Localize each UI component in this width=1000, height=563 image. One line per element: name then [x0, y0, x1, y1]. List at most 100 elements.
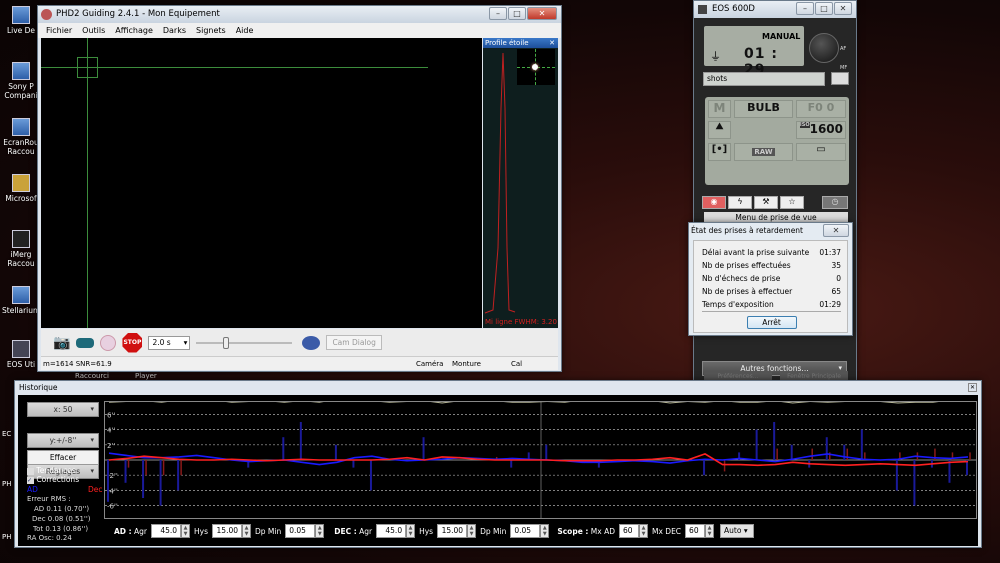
- rms-title: Erreur RMS :: [27, 495, 71, 503]
- desktop-icon[interactable]: Microsof: [2, 174, 40, 203]
- desktop-label: Player: [135, 372, 157, 380]
- desktop-icon[interactable]: Sony P Compani: [2, 62, 40, 100]
- phd2-titlebar[interactable]: PHD2 Guiding 2.4.1 - Mon Equipement – □ ✕: [38, 6, 561, 23]
- eos-titlebar[interactable]: EOS 600D – □ ✕: [694, 1, 856, 18]
- camera-icon[interactable]: 📷: [53, 335, 70, 351]
- timer-status-dialog: État des prises à retardement ✕ Délai av…: [688, 222, 853, 336]
- tab-flash[interactable]: ϟ: [728, 196, 752, 209]
- history-titlebar[interactable]: Historique ✕: [15, 381, 981, 395]
- y-scale-dropdown[interactable]: y:+/-8'': [27, 433, 99, 448]
- snr-line: [108, 402, 939, 404]
- eos-app-icon: [698, 5, 707, 14]
- desktop-icon[interactable]: EcranRou Raccou: [2, 118, 40, 156]
- close-icon[interactable]: ✕: [549, 38, 555, 48]
- status-camera: Caméra: [416, 360, 444, 368]
- white-balance-icon[interactable]: ⛰: [708, 121, 731, 139]
- trends-checkbox[interactable]: Tendances: [27, 466, 76, 475]
- spin-buttons[interactable]: ▲ ▼: [242, 524, 252, 538]
- tab-camera[interactable]: ◉: [702, 196, 726, 209]
- star-selection-box[interactable]: [77, 57, 98, 78]
- spin-buttons[interactable]: ▲ ▼: [467, 524, 477, 538]
- guide-icon[interactable]: [100, 334, 117, 351]
- history-window: Historique ✕ x: 50 y:+/-8'' Réglages Eff…: [14, 380, 982, 548]
- brain-icon[interactable]: [302, 335, 321, 350]
- guide-params-bar: AD : Agr 45.0 ▲ ▼ Hys 15.00 ▲ ▼ Dp Min 0.05 ▲…: [110, 524, 755, 538]
- menu-fichier[interactable]: Fichier: [46, 23, 72, 38]
- shutter-speed[interactable]: BULB: [734, 100, 793, 118]
- timer-button[interactable]: ◷: [822, 196, 848, 209]
- stop-button[interactable]: Arrêt: [746, 316, 797, 329]
- y-tick-label: -6'': [107, 503, 118, 511]
- minimize-button[interactable]: –: [796, 2, 814, 15]
- spin-buttons[interactable]: ▲ ▼: [406, 524, 416, 538]
- menu-outils[interactable]: Outils: [82, 23, 105, 38]
- mf-label: MF: [840, 65, 848, 71]
- dec-min-move-input[interactable]: 0.05: [510, 524, 541, 538]
- desktop-icon[interactable]: EOS Uti: [2, 340, 40, 369]
- max-dec-duration-input[interactable]: 60: [685, 524, 706, 538]
- spin-buttons[interactable]: ▲ ▼: [540, 524, 550, 538]
- gamma-slider[interactable]: [196, 336, 293, 349]
- minimize-button[interactable]: –: [489, 7, 507, 20]
- x-scale-dropdown[interactable]: x: 50: [27, 402, 99, 417]
- aperture[interactable]: F0 0: [796, 100, 846, 118]
- folder-field[interactable]: shots: [703, 72, 825, 86]
- row-exposure-time: Temps d'exposition 01:29: [702, 298, 841, 312]
- folder-button[interactable]: [831, 72, 849, 85]
- star-profile-panel: Profile étoile ✕ Mi ligne FWHM: 3.20: [483, 38, 558, 328]
- guide-camera-view[interactable]: [41, 38, 482, 328]
- close-icon[interactable]: ✕: [968, 383, 977, 392]
- maximize-button[interactable]: □: [508, 7, 526, 20]
- corrections-checkbox[interactable]: ✓ Corrections: [27, 475, 79, 484]
- status-bar: m=1614 SNR=61.9 Caméra Monture Cal: [41, 356, 558, 370]
- rms-dec: Dec 0.08 (0.51''): [32, 515, 91, 523]
- desktop-icon[interactable]: iMerg Raccou: [2, 230, 40, 268]
- spin-buttons[interactable]: ▲ ▼: [705, 524, 715, 538]
- close-button[interactable]: ✕: [834, 2, 852, 15]
- dec-mode-select[interactable]: Auto ▾: [720, 524, 755, 538]
- profile-header: Profile étoile ✕: [483, 38, 558, 48]
- mode-label: MANUAL: [762, 32, 801, 41]
- tab-star[interactable]: ☆: [780, 196, 804, 209]
- menu-affichage[interactable]: Affichage: [115, 23, 153, 38]
- close-button[interactable]: ✕: [527, 7, 557, 20]
- pc-icon[interactable]: ▭: [796, 143, 846, 161]
- guiding-graph[interactable]: 6''4''2''-2''-4''-6'': [104, 401, 977, 519]
- menu-signets[interactable]: Signets: [196, 23, 226, 38]
- status-star-info: m=1614 SNR=61.9: [43, 360, 112, 368]
- iso-setting[interactable]: ISO1600: [796, 121, 846, 139]
- spin-buttons[interactable]: ▲ ▼: [639, 524, 648, 538]
- max-ra-duration-input[interactable]: 60: [619, 524, 639, 538]
- menu-darks[interactable]: Darks: [163, 23, 186, 38]
- loop-icon[interactable]: [76, 337, 95, 348]
- y-tick-label: 6'': [107, 411, 115, 419]
- crosshair-vertical: [87, 38, 88, 328]
- ra-hysteresis-input[interactable]: 15.00: [212, 524, 243, 538]
- metering-icon[interactable]: [•]: [708, 143, 731, 161]
- cam-dialog-button[interactable]: Cam Dialog: [326, 335, 382, 350]
- stop-button[interactable]: STOP: [122, 332, 143, 353]
- ra-min-move-input[interactable]: 0.05: [285, 524, 316, 538]
- exposure-select[interactable]: 2.0 s ▾: [148, 335, 191, 350]
- power-plug-icon: ⏚: [710, 50, 721, 63]
- dec-aggressiveness-input[interactable]: 45.0: [376, 524, 407, 538]
- tab-tools[interactable]: ⚒: [754, 196, 778, 209]
- dec-hysteresis-input[interactable]: 15.00: [437, 524, 468, 538]
- maximize-button[interactable]: □: [815, 2, 833, 15]
- desktop-icon[interactable]: Stellarium: [2, 286, 40, 315]
- shooting-mode[interactable]: M: [708, 100, 731, 118]
- ra-aggressiveness-input[interactable]: 45.0: [151, 524, 182, 538]
- dialog-titlebar[interactable]: État des prises à retardement ✕: [689, 223, 852, 238]
- image-quality[interactable]: RAW: [734, 143, 793, 161]
- camera-status-lcd: ⏚ MANUAL 01 : 29: [704, 26, 804, 78]
- desktop-icon[interactable]: Live De: [2, 6, 40, 35]
- shutter-button[interactable]: [809, 33, 839, 63]
- spin-buttons[interactable]: ▲ ▼: [315, 524, 325, 538]
- desktop-label: PH: [2, 533, 12, 541]
- row-shots-remaining: Nb de prises à effectuer 65: [702, 287, 841, 296]
- menu-aide[interactable]: Aide: [236, 23, 254, 38]
- close-button[interactable]: ✕: [823, 224, 849, 237]
- clear-button[interactable]: Effacer: [27, 450, 99, 465]
- spin-buttons[interactable]: ▲ ▼: [181, 524, 191, 538]
- status-mount: Monture: [452, 360, 481, 368]
